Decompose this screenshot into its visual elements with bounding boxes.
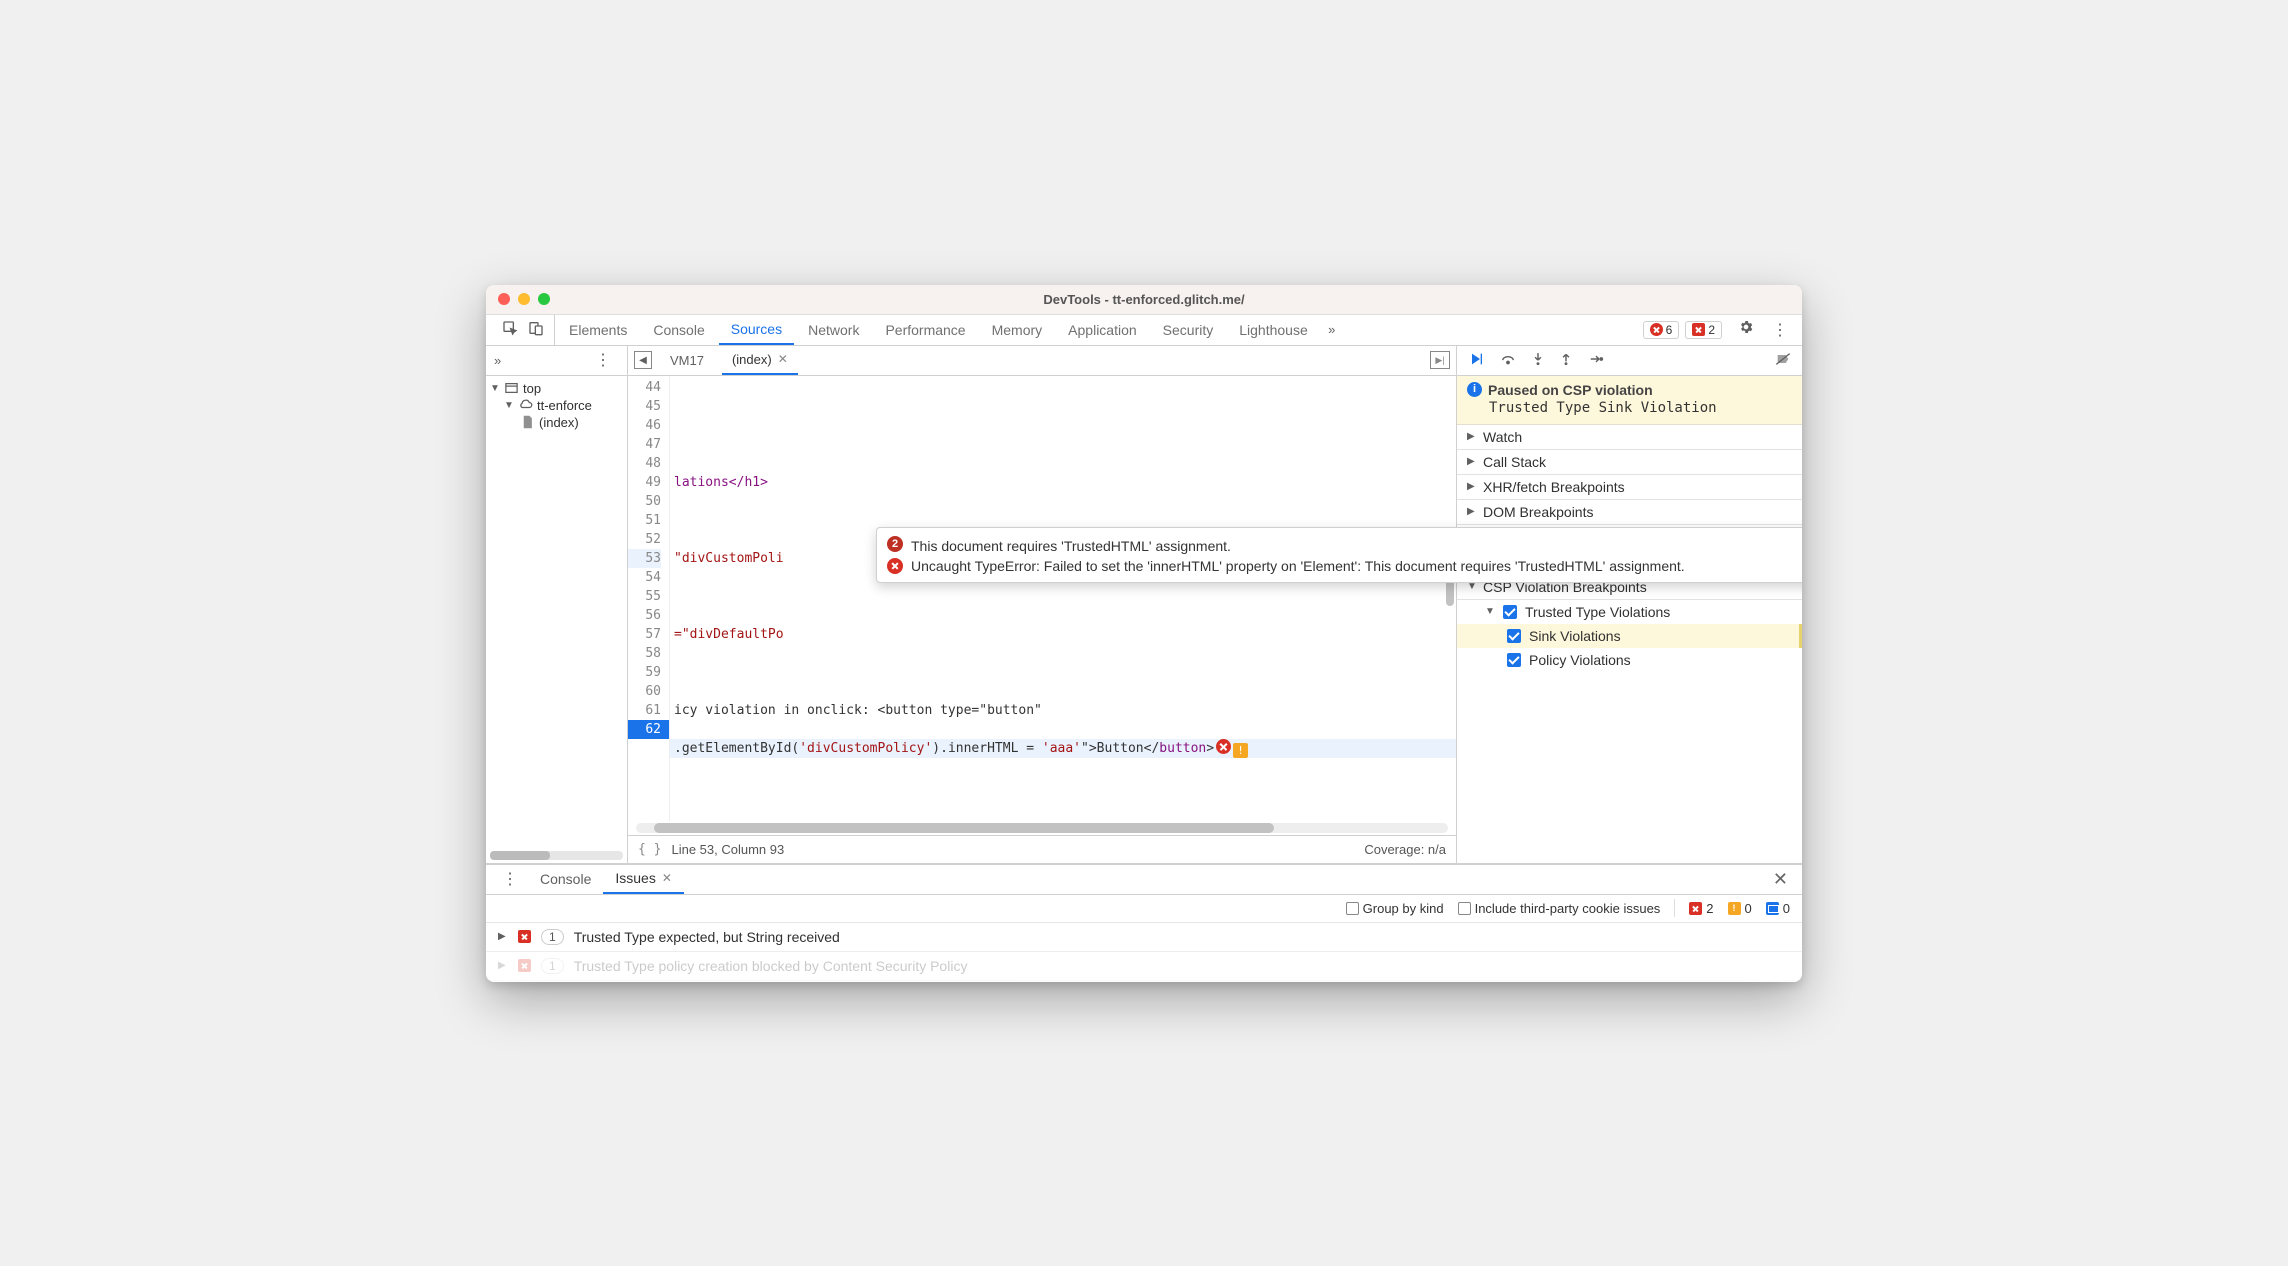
csp-sink[interactable]: Sink Violations (1457, 624, 1802, 648)
device-toggle-icon[interactable] (528, 320, 544, 339)
tree-file-index[interactable]: (index) (490, 414, 625, 431)
csp-trusted-type[interactable]: Trusted Type Violations (1457, 600, 1802, 624)
file-tab-index[interactable]: (index)✕ (722, 346, 798, 375)
drawer: ⋮ Console Issues✕ ✕ Group by kind Includ… (486, 864, 1802, 982)
editor-statusbar: { } Line 53, Column 93 Coverage: n/a (628, 835, 1456, 863)
close-tab-icon[interactable]: ✕ (778, 352, 788, 366)
file-nav-icon[interactable]: ◀ (634, 351, 652, 369)
file-tab-vm17[interactable]: VM17 (660, 346, 714, 375)
error-icon (518, 930, 531, 943)
line-gutter: 44454647 48495051 52535455 56575859 6061… (628, 376, 670, 821)
resume-icon[interactable] (1467, 351, 1485, 370)
tab-application[interactable]: Application (1056, 315, 1149, 345)
section-callstack[interactable]: Call Stack (1457, 450, 1802, 475)
inspect-icon[interactable] (502, 320, 518, 339)
more-tabs-icon[interactable]: » (1322, 322, 1342, 337)
code-editor[interactable]: lations</h1> "divCustomPoli ="divDefault… (670, 376, 1456, 821)
step-over-icon[interactable] (1499, 352, 1517, 369)
navigator-pane: » ⋮ top tt-enforce (index) (486, 346, 628, 863)
issue-count-pill: 1 (541, 929, 564, 945)
navigator-options-icon[interactable]: ⋮ (587, 350, 619, 370)
checkbox-icon[interactable] (1507, 653, 1521, 667)
cloud-icon (518, 398, 533, 413)
drawer-warn-count: 0 (1728, 901, 1752, 916)
settings-icon[interactable] (1730, 319, 1762, 340)
tab-sources[interactable]: Sources (719, 315, 794, 345)
navigator-scrollbar[interactable] (490, 851, 623, 860)
pretty-print-icon[interactable]: { } (638, 842, 661, 857)
window-title: DevTools - tt-enforced.glitch.me/ (486, 292, 1802, 307)
issues-badge[interactable]: 2 (1685, 321, 1722, 339)
main-tabs: Elements Console Sources Network Perform… (486, 315, 1802, 346)
more-options-icon[interactable]: ⋮ (1764, 320, 1796, 340)
drawer-tab-console[interactable]: Console (528, 865, 603, 894)
tab-performance[interactable]: Performance (873, 315, 977, 345)
tooltip-error-icon (887, 558, 903, 574)
drawer-msg-count: 0 (1766, 901, 1790, 916)
issue-row-1[interactable]: 1 Trusted Type expected, but String rece… (486, 923, 1802, 952)
group-by-kind-toggle[interactable]: Group by kind (1346, 901, 1444, 916)
checkbox-icon[interactable] (1507, 629, 1521, 643)
section-xhr[interactable]: XHR/fetch Breakpoints (1457, 475, 1802, 500)
info-icon: i (1467, 382, 1482, 397)
drawer-options-icon[interactable]: ⋮ (492, 869, 528, 889)
checkbox-icon[interactable] (1503, 605, 1517, 619)
step-into-icon[interactable] (1531, 351, 1545, 370)
drawer-tab-issues[interactable]: Issues✕ (603, 865, 684, 894)
tab-network[interactable]: Network (796, 315, 871, 345)
deactivate-breakpoints-icon[interactable] (1774, 351, 1792, 370)
frame-icon (504, 381, 519, 396)
tooltip-count-badge: 2 (887, 536, 903, 552)
close-drawer-icon[interactable]: ✕ (1765, 869, 1796, 890)
issue-count-pill: 1 (541, 958, 564, 974)
close-drawer-tab-icon[interactable]: ✕ (662, 871, 672, 885)
navigator-more-icon[interactable]: » (494, 353, 501, 368)
third-party-toggle[interactable]: Include third-party cookie issues (1458, 901, 1661, 916)
csp-policy[interactable]: Policy Violations (1457, 648, 1802, 672)
error-icon (518, 959, 531, 972)
editor-hscroll[interactable] (636, 823, 1448, 833)
error-tooltip: 2 This document requires 'TrustedHTML' a… (876, 527, 1802, 583)
devtools-window: DevTools - tt-enforced.glitch.me/ Elemen… (486, 285, 1802, 982)
tree-domain[interactable]: tt-enforce (490, 397, 625, 414)
tree-top[interactable]: top (490, 380, 625, 397)
paused-banner: iPaused on CSP violation Trusted Type Si… (1457, 376, 1802, 425)
inline-warn-icon[interactable]: ! (1233, 743, 1248, 758)
inline-error-icon[interactable] (1216, 739, 1231, 754)
editor-pane: ◀ VM17 (index)✕ ▶| 44454647 48495051 525… (628, 346, 1457, 863)
file-icon (520, 415, 535, 430)
tab-console[interactable]: Console (641, 315, 716, 345)
step-out-icon[interactable] (1559, 351, 1573, 370)
tab-memory[interactable]: Memory (980, 315, 1055, 345)
tab-security[interactable]: Security (1151, 315, 1226, 345)
tab-elements[interactable]: Elements (557, 315, 639, 345)
cursor-position: Line 53, Column 93 (671, 842, 784, 857)
tab-lighthouse[interactable]: Lighthouse (1227, 315, 1320, 345)
step-icon[interactable] (1587, 352, 1605, 369)
drawer-issue-count: 2 (1689, 901, 1713, 916)
coverage-status: Coverage: n/a (1364, 842, 1446, 857)
run-snippet-icon[interactable]: ▶| (1430, 351, 1450, 369)
issue-row-2[interactable]: 1 Trusted Type policy creation blocked b… (486, 952, 1802, 981)
section-watch[interactable]: Watch (1457, 425, 1802, 450)
section-dom[interactable]: DOM Breakpoints (1457, 500, 1802, 525)
titlebar: DevTools - tt-enforced.glitch.me/ (486, 285, 1802, 315)
errors-badge[interactable]: 6 (1643, 321, 1680, 339)
debugger-pane: iPaused on CSP violation Trusted Type Si… (1457, 346, 1802, 863)
